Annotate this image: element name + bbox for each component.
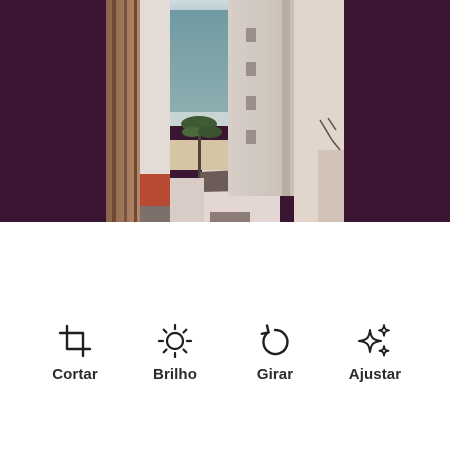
crop-label: Cortar — [52, 366, 98, 383]
adjust-label: Ajustar — [348, 366, 402, 383]
sparkle-adjust-icon — [358, 324, 390, 357]
edit-toolbar: Cortar Brilho Girar Ajustar — [0, 318, 450, 388]
crop-button[interactable]: Cortar — [30, 318, 120, 384]
adjust-button[interactable]: Ajustar — [330, 318, 420, 384]
crop-icon — [58, 324, 92, 358]
rotate-button[interactable]: Girar — [230, 318, 320, 384]
rotate-icon — [260, 324, 289, 356]
brightness-label: Brilho — [153, 366, 197, 383]
rotate-label: Girar — [256, 366, 294, 383]
brightness-icon — [157, 323, 193, 359]
image-preview-area — [0, 0, 450, 222]
brightness-button[interactable]: Brilho — [130, 318, 220, 384]
photo-preview — [106, 0, 344, 222]
photo-scene — [106, 0, 344, 222]
